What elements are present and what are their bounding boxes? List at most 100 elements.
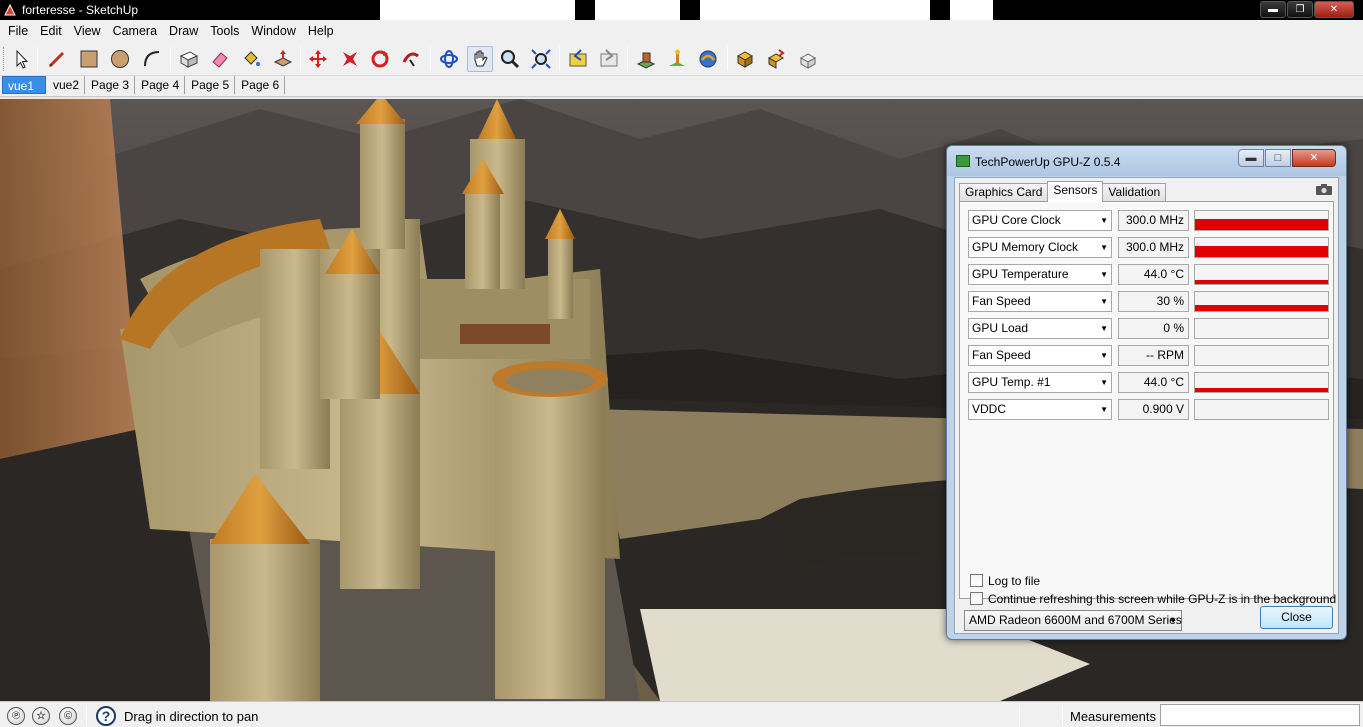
rotate-tool-icon[interactable] xyxy=(337,46,363,72)
line-tool-icon[interactable] xyxy=(44,46,70,72)
sensor-value: 44.0 °C xyxy=(1118,264,1189,285)
toggle-terrain-icon[interactable] xyxy=(664,46,690,72)
menu-help[interactable]: Help xyxy=(302,20,340,42)
log-to-file-label: Log to file xyxy=(988,574,1041,588)
gpu-select-dropdown[interactable]: AMD Radeon 6600M and 6700M Series ▼ xyxy=(964,610,1182,631)
sensor-graph xyxy=(1194,399,1329,420)
scene-tab-page-6[interactable]: Page 6 xyxy=(236,76,286,94)
sensor-select[interactable]: GPU Temperature ▼ xyxy=(968,264,1112,285)
sensor-select[interactable]: Fan Speed ▼ xyxy=(968,291,1112,312)
sensor-graph xyxy=(1194,264,1329,285)
status-hint: Drag in direction to pan xyxy=(124,709,259,724)
follow-me-icon[interactable] xyxy=(367,46,393,72)
sensor-name: Fan Speed xyxy=(972,294,1031,308)
orbit-tool-icon[interactable] xyxy=(436,46,462,72)
minimize-button[interactable]: ▬ xyxy=(1260,1,1286,18)
status-separator xyxy=(1062,705,1063,725)
menu-draw[interactable]: Draw xyxy=(163,20,204,42)
sensor-row: Fan Speed ▼ 30 % xyxy=(968,291,1330,312)
sensor-name: GPU Load xyxy=(972,321,1029,335)
menu-window[interactable]: Window xyxy=(245,20,301,42)
status-separator xyxy=(86,705,87,725)
close-button[interactable]: ✕ xyxy=(1314,1,1354,18)
arc-tool-icon[interactable] xyxy=(139,46,165,72)
get-component-icon[interactable] xyxy=(732,46,758,72)
rectangle-tool-icon[interactable] xyxy=(76,46,102,72)
title-bar-background xyxy=(575,0,595,20)
next-view-icon[interactable] xyxy=(596,46,622,72)
make-component-icon[interactable] xyxy=(176,46,202,72)
share-component-icon[interactable] xyxy=(763,46,789,72)
scene-tab-vue1[interactable]: vue1 xyxy=(2,76,46,94)
sensor-select[interactable]: GPU Temp. #1 ▼ xyxy=(968,372,1112,393)
scene-tab-page-5[interactable]: Page 5 xyxy=(186,76,236,94)
help-icon[interactable]: ? xyxy=(96,706,116,726)
chevron-down-icon: ▼ xyxy=(1100,378,1108,387)
gpuz-window-title: TechPowerUp GPU-Z 0.5.4 xyxy=(975,155,1121,169)
continue-refresh-checkbox[interactable] xyxy=(970,592,983,605)
offset-tool-icon[interactable] xyxy=(398,46,424,72)
log-to-file-checkbox[interactable] xyxy=(970,574,983,587)
credits-icon[interactable]: ☆ xyxy=(32,707,50,725)
pan-tool-icon[interactable] xyxy=(467,46,493,72)
gpuz-title-bar[interactable]: TechPowerUp GPU-Z 0.5.4 ▬ □ ✕ xyxy=(947,146,1346,176)
tab-validation[interactable]: Validation xyxy=(1102,183,1167,201)
toolbar xyxy=(0,42,1363,76)
measurements-input[interactable] xyxy=(1160,704,1360,726)
scene-tab-page-4[interactable]: Page 4 xyxy=(136,76,186,94)
window-title: forteresse - SketchUp xyxy=(22,3,139,17)
chevron-down-icon: ▼ xyxy=(1100,405,1108,414)
menu-file[interactable]: File xyxy=(2,20,34,42)
paint-bucket-icon[interactable] xyxy=(238,46,264,72)
eraser-tool-icon[interactable] xyxy=(207,46,233,72)
chevron-down-icon: ▼ xyxy=(1100,297,1108,306)
toolbar-separator xyxy=(727,47,728,71)
tab-sensors[interactable]: Sensors xyxy=(1047,181,1104,202)
gpuz-close-button[interactable]: ✕ xyxy=(1292,149,1336,167)
sensor-graph xyxy=(1194,210,1329,231)
previous-view-icon[interactable] xyxy=(565,46,591,72)
menu-edit[interactable]: Edit xyxy=(34,20,68,42)
menu-camera[interactable]: Camera xyxy=(107,20,163,42)
camera-icon[interactable] xyxy=(1316,184,1332,195)
close-button[interactable]: Close xyxy=(1260,606,1333,629)
select-tool-icon[interactable] xyxy=(8,46,34,72)
send-to-layout-icon[interactable] xyxy=(795,46,821,72)
scene-tabs: vue1 vue2 Page 3 Page 4 Page 5 Page 6 xyxy=(0,76,1363,96)
sketchup-app-icon[interactable] xyxy=(3,3,17,17)
zoom-tool-icon[interactable] xyxy=(497,46,523,72)
sensor-select[interactable]: GPU Core Clock ▼ xyxy=(968,210,1112,231)
zoom-extents-icon[interactable] xyxy=(528,46,554,72)
sensor-value: 300.0 MHz xyxy=(1118,237,1189,258)
sensor-graph xyxy=(1194,237,1329,258)
gpuz-minimize-button[interactable]: ▬ xyxy=(1238,149,1264,167)
copyright-icon[interactable]: © xyxy=(59,707,77,725)
tab-graphics-card[interactable]: Graphics Card xyxy=(959,183,1049,201)
sensor-graph-fill xyxy=(1195,280,1328,284)
sensor-value: 0.900 V xyxy=(1118,399,1189,420)
get-models-icon[interactable] xyxy=(695,46,721,72)
sensor-select[interactable]: GPU Memory Clock ▼ xyxy=(968,237,1112,258)
circle-tool-icon[interactable] xyxy=(107,46,133,72)
toolbar-separator xyxy=(627,47,628,71)
sensor-select[interactable]: GPU Load ▼ xyxy=(968,318,1112,339)
sensor-name: GPU Temp. #1 xyxy=(972,375,1051,389)
toolbar-separator xyxy=(37,47,38,71)
sensor-row: GPU Memory Clock ▼ 300.0 MHz xyxy=(968,237,1330,258)
toolbar-grip[interactable] xyxy=(3,47,6,71)
gpuz-maximize-button[interactable]: □ xyxy=(1265,149,1291,167)
scene-tab-vue2[interactable]: vue2 xyxy=(48,76,86,94)
push-pull-icon[interactable] xyxy=(270,46,296,72)
sensor-graph-fill xyxy=(1195,246,1328,257)
move-tool-icon[interactable] xyxy=(305,46,331,72)
menu-tools[interactable]: Tools xyxy=(204,20,245,42)
sensor-select[interactable]: Fan Speed ▼ xyxy=(968,345,1112,366)
scene-tab-page-3[interactable]: Page 3 xyxy=(86,76,136,94)
sensor-select[interactable]: VDDC ▼ xyxy=(968,399,1112,420)
menu-view[interactable]: View xyxy=(68,20,107,42)
geo-location-icon[interactable]: ℗ xyxy=(7,707,25,725)
add-location-icon[interactable] xyxy=(633,46,659,72)
chevron-down-icon: ▼ xyxy=(1100,216,1108,225)
maximize-button[interactable]: ❐ xyxy=(1287,1,1313,18)
sensor-value: -- RPM xyxy=(1118,345,1189,366)
